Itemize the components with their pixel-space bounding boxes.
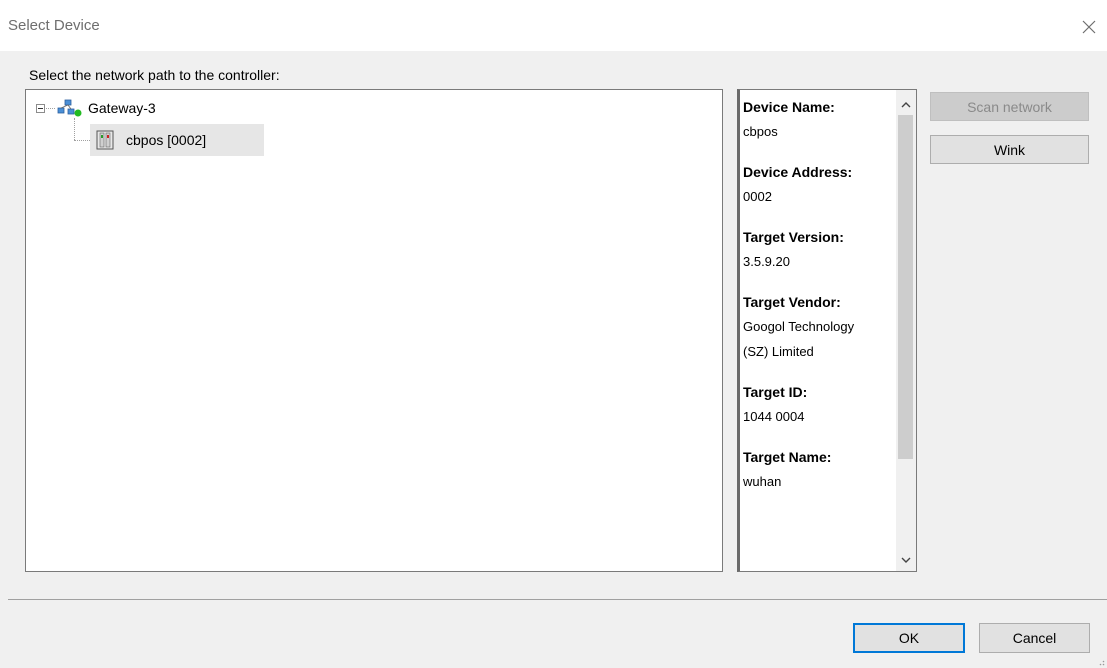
title-bar: Select Device xyxy=(0,0,1107,51)
device-info-value: 3.5.9.20 xyxy=(743,254,790,269)
chevron-up-icon xyxy=(901,101,911,107)
wink-button[interactable]: Wink xyxy=(930,135,1089,164)
chevron-down-icon xyxy=(901,557,911,563)
network-gateway-icon xyxy=(57,99,82,117)
device-info-label: Target Vendor: xyxy=(743,294,841,310)
device-info-content: Device Name: cbpos Device Address: 0002 Targ… xyxy=(743,95,895,510)
device-info-panel[interactable]: Device Name: cbpos Device Address: 0002 Targ… xyxy=(737,89,917,572)
resize-grip-icon[interactable] xyxy=(1099,660,1105,666)
footer-separator xyxy=(8,599,1107,600)
device-info-label: Device Address: xyxy=(743,164,853,180)
tree-connector xyxy=(74,118,75,140)
device-info-value: cbpos xyxy=(743,124,778,139)
device-info-value: 1044 0004 xyxy=(743,409,805,424)
tree-prompt-label: Select the network path to the controlle… xyxy=(29,67,280,83)
device-info-value: 0002 xyxy=(743,189,772,204)
device-info-label: Target Version: xyxy=(743,229,844,245)
device-info-value: wuhan xyxy=(743,474,782,489)
network-tree[interactable]: Gateway-3 cbpos [0002] xyxy=(25,89,723,572)
device-info-field: Target Version: 3.5.9.20 xyxy=(743,225,895,274)
tree-node-device-label: cbpos [0002] xyxy=(126,132,207,148)
scroll-thumb[interactable] xyxy=(898,115,913,459)
device-info-value: Googol Technology (SZ) Limited xyxy=(743,319,855,359)
device-info-field: Target Name: wuhan xyxy=(743,445,895,494)
tree-connector xyxy=(74,140,90,141)
tree-node-gateway-label: Gateway-3 xyxy=(88,100,156,116)
scroll-down-button[interactable] xyxy=(896,551,916,569)
device-info-field: Device Name: cbpos xyxy=(743,95,895,144)
plc-device-icon xyxy=(96,130,114,150)
ok-button[interactable]: OK xyxy=(853,623,965,653)
scan-network-button[interactable]: Scan network xyxy=(930,92,1089,121)
device-info-label: Target ID: xyxy=(743,384,808,400)
tree-node-device[interactable]: cbpos [0002] xyxy=(90,124,264,156)
close-button[interactable] xyxy=(1071,9,1107,45)
close-icon xyxy=(1082,20,1096,34)
info-scrollbar[interactable] xyxy=(896,90,916,571)
device-info-label: Target Name: xyxy=(743,449,832,465)
device-info-field: Target Vendor: Googol Technology (SZ) Lim… xyxy=(743,290,895,364)
dialog-title: Select Device xyxy=(8,17,100,34)
scroll-up-button[interactable] xyxy=(896,95,916,113)
tree-connector xyxy=(46,107,55,109)
device-info-field: Device Address: 0002 xyxy=(743,160,895,209)
cancel-button[interactable]: Cancel xyxy=(979,623,1090,653)
collapse-toggle-icon[interactable] xyxy=(36,103,45,113)
device-info-field: Target ID: 1044 0004 xyxy=(743,380,895,429)
tree-node-gateway[interactable]: Gateway-3 xyxy=(36,98,156,118)
device-info-label: Device Name: xyxy=(743,99,835,115)
